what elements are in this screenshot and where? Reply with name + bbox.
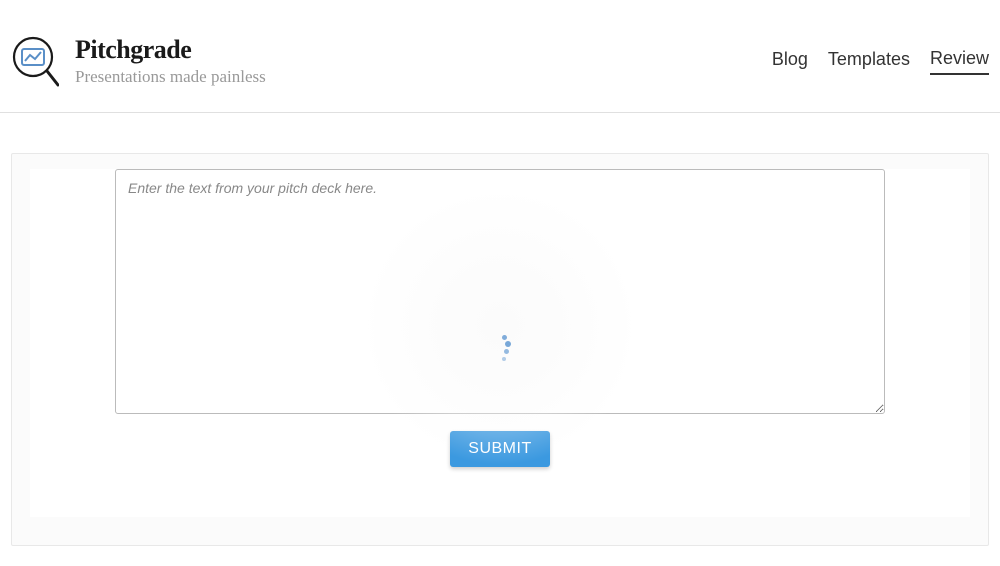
pitch-text-input[interactable] bbox=[115, 169, 885, 414]
nav-link-review[interactable]: Review bbox=[930, 48, 989, 75]
site-tagline: Presentations made painless bbox=[75, 67, 266, 87]
brand-area: Pitchgrade Presentations made painless bbox=[11, 35, 266, 87]
nav-link-blog[interactable]: Blog bbox=[772, 49, 808, 74]
nav-link-templates[interactable]: Templates bbox=[828, 49, 910, 74]
site-title: Pitchgrade bbox=[75, 35, 266, 65]
review-panel: SUBMIT bbox=[30, 169, 970, 517]
main-content: SUBMIT bbox=[0, 113, 1000, 566]
submit-button[interactable]: SUBMIT bbox=[450, 431, 549, 467]
logo-icon bbox=[11, 35, 59, 87]
site-header: Pitchgrade Presentations made painless B… bbox=[0, 0, 1000, 113]
brand-text: Pitchgrade Presentations made painless bbox=[75, 35, 266, 87]
primary-nav: Blog Templates Review bbox=[772, 48, 989, 75]
submit-row: SUBMIT bbox=[115, 431, 885, 467]
review-card: SUBMIT bbox=[11, 153, 989, 546]
